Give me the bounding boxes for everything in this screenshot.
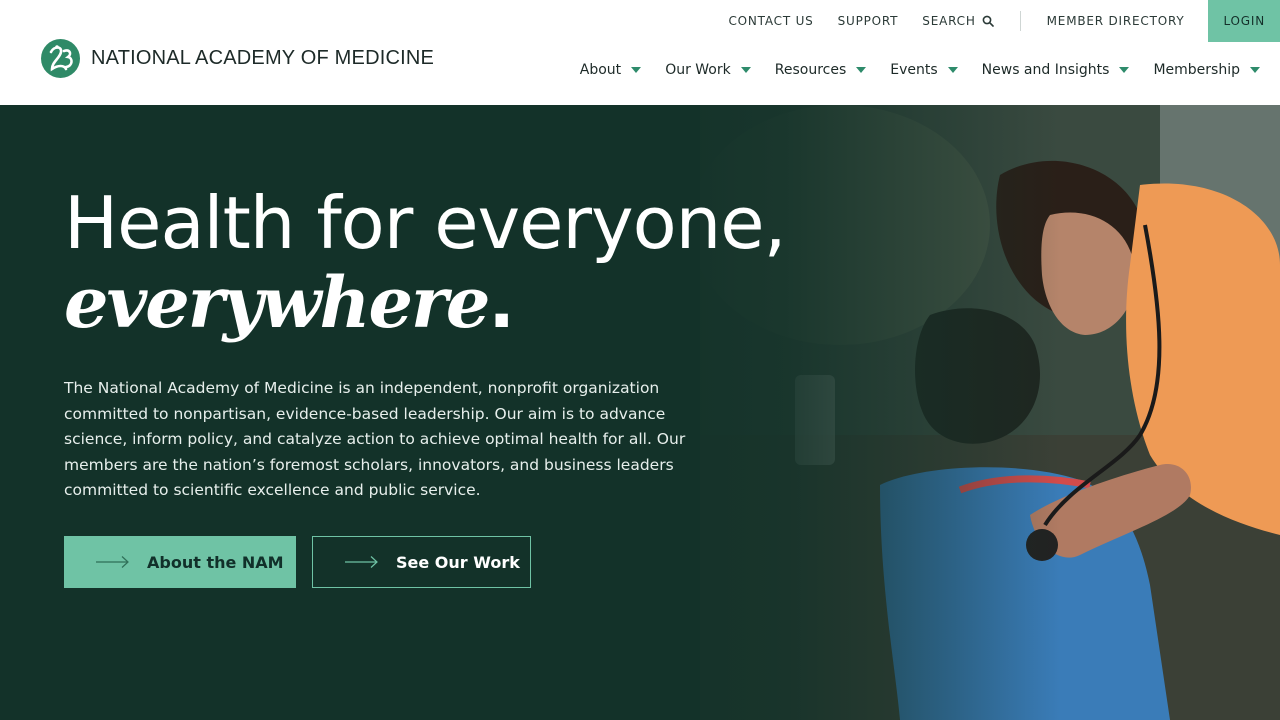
chevron-down-icon [740,67,751,73]
arrow-right-icon [345,556,378,568]
nav-item-our-work[interactable]: Our Work [665,62,751,78]
nav-item-events[interactable]: Events [890,62,958,78]
button-label: See Our Work [396,552,520,572]
hero-headline: Health for everyone, everywhere. [64,181,786,344]
nav-item-news-and-insights[interactable]: News and Insights [982,62,1130,78]
nav-item-resources[interactable]: Resources [775,62,867,78]
chevron-down-icon [1119,67,1130,73]
nav-item-about[interactable]: About [579,62,642,78]
support-link[interactable]: SUPPORT [826,14,911,28]
login-button[interactable]: LOGIN [1208,0,1280,42]
site-header: NATIONAL ACADEMY OF MEDICINE CONTACT US … [0,0,1280,105]
member-directory-link[interactable]: MEMBER DIRECTORY [1035,14,1197,28]
headline-emphasis: everywhere [64,261,490,344]
chevron-down-icon [856,67,867,73]
nav-item-label: Resources [774,62,847,78]
contact-us-link[interactable]: CONTACT US [716,14,825,28]
about-the-nam-button[interactable]: About the NAM [64,536,296,588]
nam-logo-icon [41,39,80,78]
headline-line-2: everywhere. [64,261,785,344]
chevron-down-icon [947,67,958,73]
chevron-down-icon [631,67,642,73]
utility-divider [1019,11,1021,31]
search-icon [982,15,994,27]
button-label: About the NAM [147,552,284,572]
main-nav: About Our Work Resources Events News and… [556,62,1260,78]
hero-section: Health for everyone, everywhere. The Nat… [0,105,1280,720]
headline-line-1: Health for everyone, [64,181,786,265]
nav-item-label: Our Work [665,62,731,78]
nav-item-label: Events [890,62,938,78]
search-link[interactable]: SEARCH [910,14,1005,28]
site-name: NATIONAL ACADEMY OF MEDICINE [91,47,435,69]
arrow-right-icon [96,556,129,568]
search-label: SEARCH [922,14,976,28]
site-logo[interactable]: NATIONAL ACADEMY OF MEDICINE [40,38,434,79]
headline-period: . [488,262,515,344]
hero-intro: The National Academy of Medicine is an i… [64,379,686,500]
utility-nav: CONTACT US SUPPORT SEARCH MEMBER DIRECTO… [716,0,1280,42]
nav-item-membership[interactable]: Membership [1153,62,1260,78]
nav-item-label: About [579,62,622,78]
see-our-work-button[interactable]: See Our Work [312,536,531,588]
nav-item-label: Membership [1153,62,1240,78]
chevron-down-icon [1250,67,1260,73]
nav-item-label: News and Insights [981,62,1110,78]
